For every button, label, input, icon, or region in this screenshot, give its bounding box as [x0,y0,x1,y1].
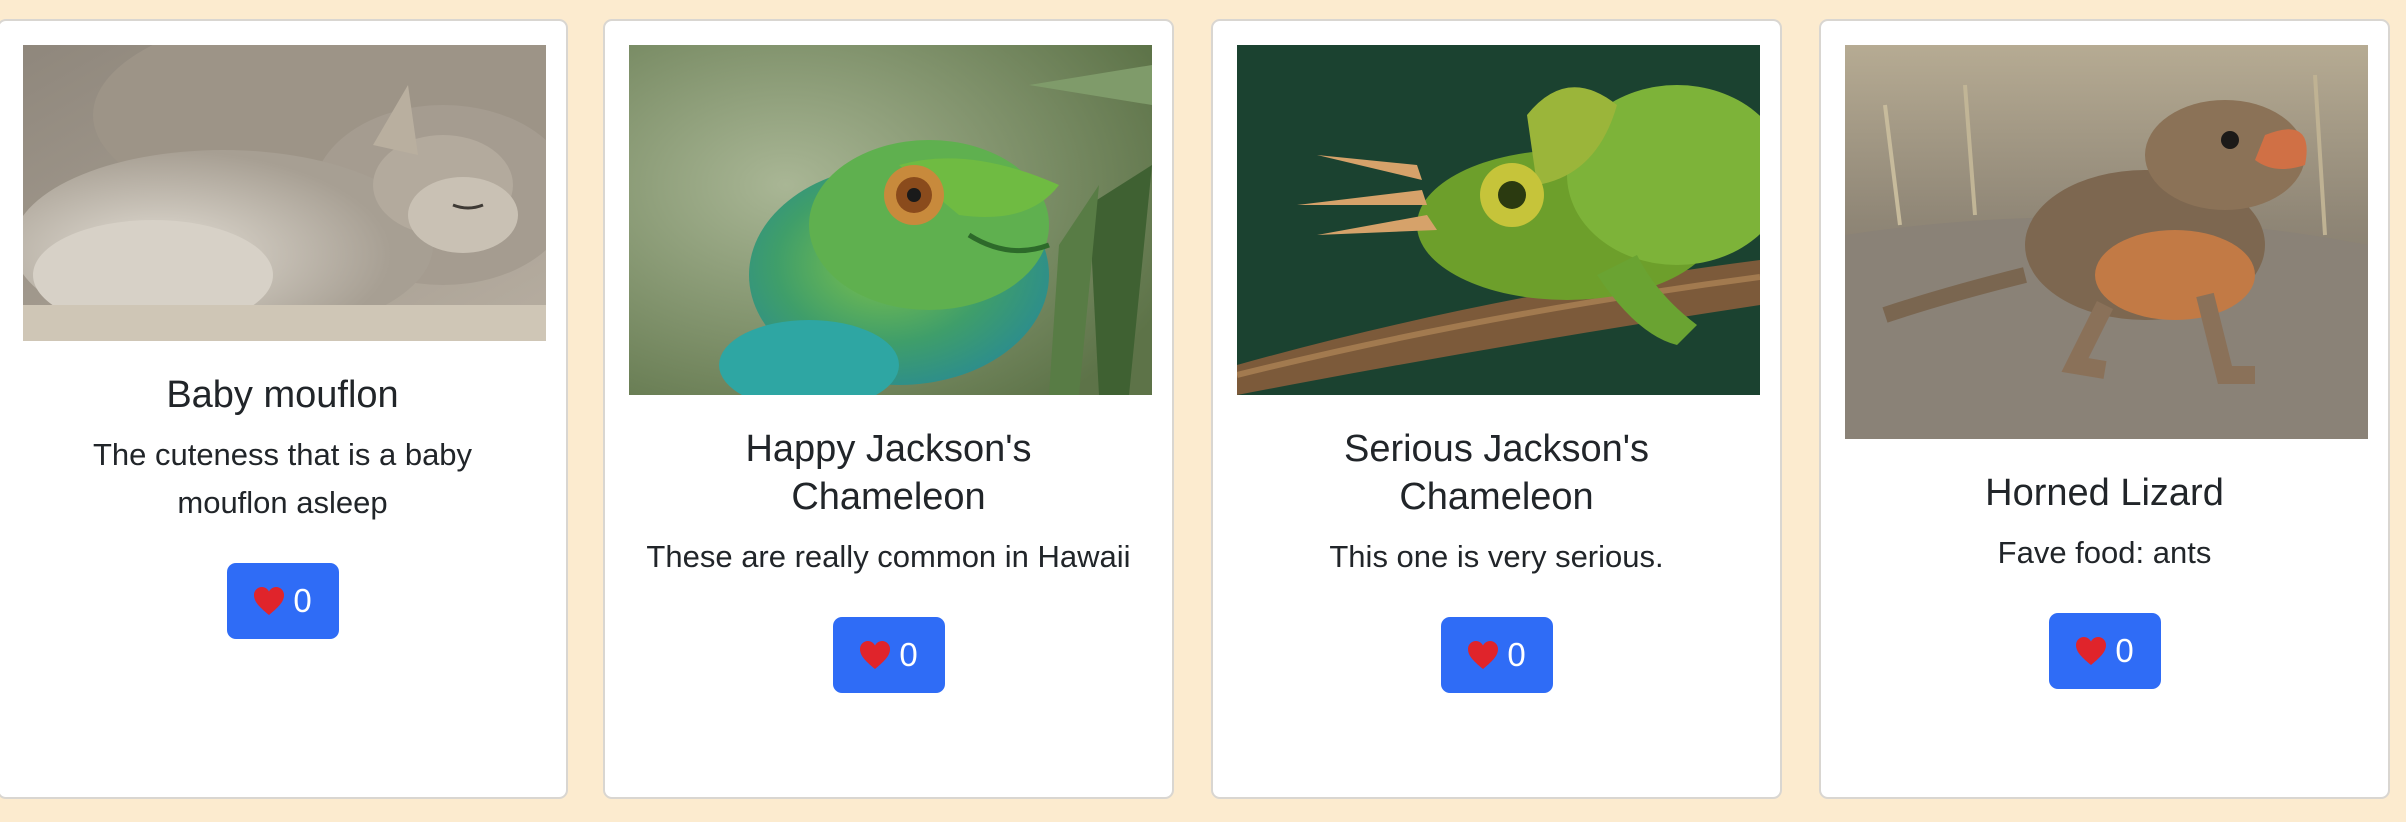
like-button[interactable]: 0 [2048,613,2161,689]
card-description: The cuteness that is a baby mouflon asle… [92,437,473,520]
animal-photo-happy-chameleon [629,45,1152,395]
animal-card: Baby mouflon The cuteness that is a baby… [0,19,568,799]
like-button[interactable]: 0 [832,617,945,693]
heart-icon [859,640,891,670]
like-count: 0 [899,636,918,673]
card-body: Horned Lizard Fave food: ants 0 [1861,469,2348,689]
heart-icon [1467,640,1499,670]
animal-card: Serious Jackson's Chameleon This one is … [1211,19,1782,799]
card-body: Serious Jackson's Chameleon This one is … [1253,425,1740,693]
card-title: Horned Lizard [1985,472,2224,514]
card-title: Baby mouflon [166,374,399,416]
card-title: Happy Jackson's Chameleon [745,428,1032,518]
card-description: Fave food: ants [1997,535,2212,570]
card-description: These are really common in Hawaii [646,539,1131,574]
animal-photo-horned-lizard [1845,45,2368,439]
card-body: Happy Jackson's Chameleon These are real… [645,425,1132,693]
like-button[interactable]: 0 [226,563,339,639]
like-count: 0 [293,582,312,619]
like-count: 0 [1507,636,1526,673]
heart-icon [253,586,285,616]
card-description: This one is very serious. [1329,539,1664,574]
animal-card: Horned Lizard Fave food: ants 0 [1819,19,2390,799]
like-count: 0 [2115,632,2134,669]
card-body: Baby mouflon The cuteness that is a baby… [39,371,526,639]
animal-photo-serious-chameleon [1237,45,1760,395]
animal-card: Happy Jackson's Chameleon These are real… [603,19,1174,799]
like-button[interactable]: 0 [1440,617,1553,693]
heart-icon [2075,636,2107,666]
animal-photo-baby-mouflon [23,45,546,341]
card-title: Serious Jackson's Chameleon [1343,428,1650,518]
